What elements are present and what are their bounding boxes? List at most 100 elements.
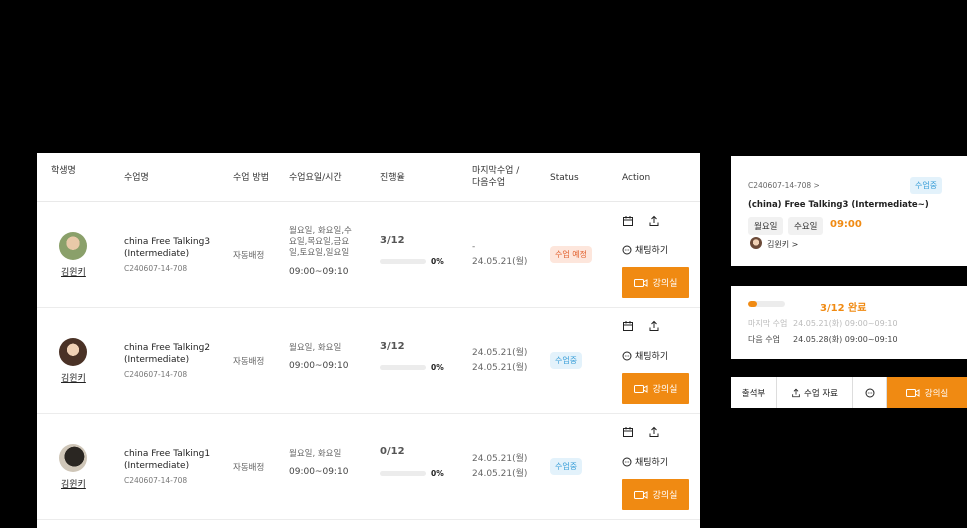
avatar[interactable] [59, 232, 87, 260]
header-last-next: 마지막수업 / 다음수업 [472, 166, 520, 188]
progress-fraction: 3/12 [380, 341, 405, 352]
progress-text: 3/12 완료 [820, 303, 867, 314]
classroom-label: 강의실 [652, 279, 678, 289]
video-camera-icon [633, 278, 648, 287]
chat-icon [622, 457, 632, 466]
material-label: 수업 자료 [804, 388, 838, 399]
schedule-time: 09:00~09:10 [289, 267, 349, 277]
course-code-link[interactable]: C240607-14-708 > [748, 181, 820, 190]
status-badge: 수업중 [550, 352, 583, 369]
header-progress: 진행율 [380, 173, 405, 183]
progress-fraction: 3/12 [380, 235, 405, 246]
progress-fraction: 0/12 [380, 446, 405, 457]
progress-percent: 0% [431, 469, 444, 478]
classroom-label: 강의실 [652, 491, 678, 501]
status-badge: 수업중 [550, 458, 583, 475]
course-title: china Free Talking1 (Intermediate) [124, 449, 211, 471]
upload-icon[interactable] [648, 215, 660, 227]
class-table: 학생명 수업명 수업 방법 수업요일/시간 진행율 마지막수업 / 다음수업 S… [37, 153, 700, 528]
video-camera-icon [633, 384, 648, 393]
classroom-button[interactable]: 강의실 [887, 377, 967, 408]
class-time: 09:00 [830, 219, 862, 230]
avatar[interactable] [59, 444, 87, 472]
last-next-class: 24.05.21(월) 24.05.21(월) [472, 454, 528, 479]
day-chip: 수요일 [788, 217, 824, 235]
student-link[interactable]: 김윈키 > [767, 239, 798, 250]
chat-button[interactable]: 채팅하기 [622, 455, 668, 468]
schedule-days: 월요일, 화요일 [289, 449, 342, 459]
progress-percent: 0% [431, 363, 444, 372]
classroom-label: 강의실 [924, 388, 949, 399]
last-next-class: - 24.05.21(월) [472, 242, 528, 267]
header-student: 학생명 [51, 166, 76, 176]
schedule-days: 월요일, 화요일 [289, 343, 342, 353]
next-class-label: 다음 수업 [748, 335, 780, 344]
chat-button[interactable] [853, 377, 887, 408]
last-next-class: 24.05.21(월) 24.05.21(월) [472, 348, 528, 373]
method: 자동배정 [233, 463, 265, 473]
chat-icon [622, 245, 632, 254]
course-code: C240607-14-708 [124, 370, 188, 379]
calendar-icon[interactable] [622, 215, 634, 227]
upload-icon[interactable] [648, 320, 660, 332]
calendar-icon[interactable] [622, 320, 634, 332]
chat-label: 채팅하기 [635, 458, 669, 468]
student-name-link[interactable]: 김윈키 [61, 265, 86, 278]
status-badge: 수업 예정 [550, 246, 592, 263]
course-code: C240607-14-708 [124, 476, 188, 485]
upload-icon[interactable] [648, 426, 660, 438]
last-class-label: 마지막 수업 [748, 319, 788, 328]
header-status: Status [550, 173, 579, 183]
progress-percent: 0% [431, 257, 444, 266]
chat-icon [622, 351, 632, 360]
avatar[interactable] [59, 338, 87, 366]
header-schedule: 수업요일/시간 [289, 173, 342, 183]
chat-label: 채팅하기 [635, 246, 669, 256]
schedule-days: 월요일, 화요일,수 요일,목요일,금요 일,토요일,일요일 [289, 226, 352, 258]
action-bar: 출석부 수업 자료 강의실 [731, 377, 967, 408]
day-chip: 월요일 [748, 217, 784, 235]
progress-bar [380, 471, 426, 476]
method: 자동배정 [233, 251, 265, 261]
progress-bar [380, 365, 426, 370]
video-camera-icon [905, 388, 920, 397]
last-class-value: 24.05.21(화) 09:00~09:10 [793, 319, 898, 328]
table-row: 김윈키 china Free Talking1 (Intermediate) C… [37, 414, 700, 520]
classroom-label: 강의실 [652, 385, 678, 395]
progress-card: 3/12 완료 마지막 수업 24.05.21(화) 09:00~09:10 다… [731, 286, 967, 359]
next-class-value: 24.05.28(화) 09:00~09:10 [793, 335, 898, 344]
schedule-time: 09:00~09:10 [289, 467, 349, 477]
chat-button[interactable]: 채팅하기 [622, 349, 668, 362]
chat-icon [865, 388, 874, 397]
progress-fill [748, 301, 758, 307]
status-badge: 수업중 [910, 177, 943, 194]
student-name-link[interactable]: 김윈키 [61, 477, 86, 490]
classroom-button[interactable]: 강의실 [622, 267, 689, 298]
progress-bar [380, 259, 426, 264]
method: 자동배정 [233, 357, 265, 367]
class-summary-card[interactable]: C240607-14-708 > 수업중 (china) Free Talkin… [731, 156, 967, 266]
student-name-link[interactable]: 김윈키 [61, 371, 86, 384]
course-code: C240607-14-708 [124, 264, 188, 273]
upload-icon [792, 388, 800, 397]
material-button[interactable]: 수업 자료 [777, 377, 853, 408]
header-method: 수업 방법 [233, 173, 269, 183]
progress-bar [748, 301, 785, 307]
table-row: 김윈키 china Free Talking2 (Intermediate) C… [37, 308, 700, 414]
attendance-label: 출석부 [741, 388, 766, 399]
calendar-icon[interactable] [622, 426, 634, 438]
course-title: china Free Talking3 (Intermediate) [124, 237, 211, 259]
schedule-time: 09:00~09:10 [289, 361, 349, 371]
header-action: Action [622, 173, 651, 183]
attendance-button[interactable]: 출석부 [731, 377, 777, 408]
chat-button[interactable]: 채팅하기 [622, 243, 668, 256]
table-row: 김윈키 china Free Talking3 (Intermediate) C… [37, 202, 700, 308]
avatar [750, 237, 762, 249]
video-camera-icon [633, 490, 648, 499]
chat-label: 채팅하기 [635, 352, 669, 362]
classroom-button[interactable]: 강의실 [622, 373, 689, 404]
table-header: 학생명 수업명 수업 방법 수업요일/시간 진행율 마지막수업 / 다음수업 S… [37, 153, 700, 202]
course-title: (china) Free Talking3 (Intermediate~) [748, 200, 929, 210]
course-title: china Free Talking2 (Intermediate) [124, 343, 211, 365]
classroom-button[interactable]: 강의실 [622, 479, 689, 510]
